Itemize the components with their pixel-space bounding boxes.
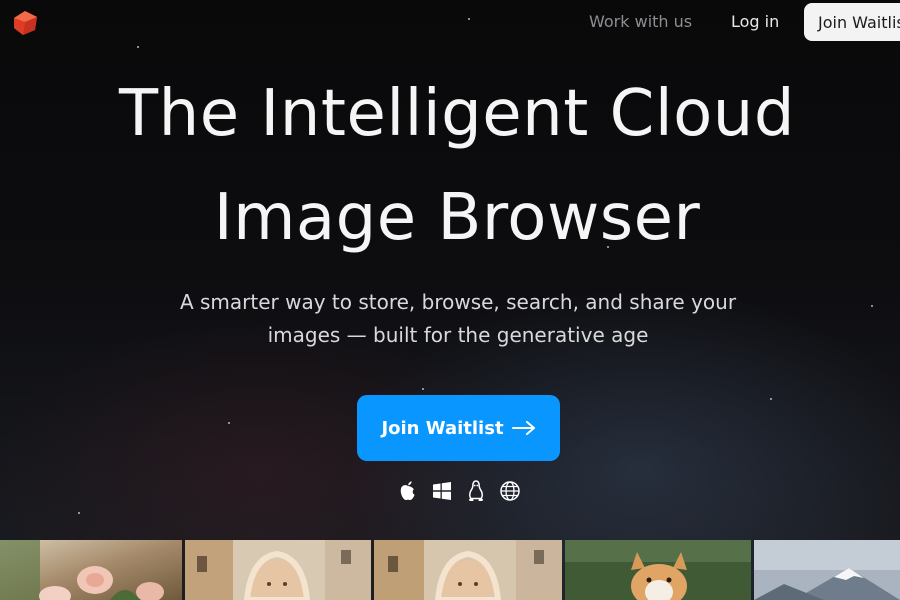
star (422, 388, 424, 390)
star (468, 18, 470, 20)
snowy-mountain-thumbnail[interactable] (754, 540, 900, 600)
subtitle-line-2: images — built for the generative age (267, 323, 649, 347)
star (137, 46, 139, 48)
apple-icon[interactable] (397, 479, 419, 503)
title-line-1: The Intelligent Cloud (119, 77, 795, 151)
red-cube-logo-icon[interactable] (11, 9, 39, 37)
platform-icons (397, 478, 521, 504)
title-line-2: Image Browser (213, 181, 701, 255)
log-in-link[interactable]: Log in (731, 11, 779, 33)
windows-icon[interactable] (431, 479, 453, 503)
star (228, 422, 230, 424)
landing-page: Work with us Log in Join Waitlist The In… (0, 0, 900, 600)
join-waitlist-button[interactable]: Join Waitlist (357, 395, 560, 461)
join-waitlist-label: Join Waitlist (381, 417, 504, 439)
star (871, 305, 873, 307)
work-with-us-link[interactable]: Work with us (589, 11, 692, 33)
subtitle-line-1: A smarter way to store, browse, search, … (179, 290, 737, 314)
woman-portrait-street-thumbnail[interactable] (185, 540, 371, 600)
roses-garden-thumbnail[interactable] (0, 540, 182, 600)
star (78, 512, 80, 514)
header-join-waitlist-button[interactable]: Join Waitlist (804, 3, 900, 41)
star (770, 398, 772, 400)
linux-icon[interactable] (465, 479, 487, 503)
arrow-right-icon (511, 421, 535, 435)
woman-portrait-street-thumbnail[interactable] (374, 540, 562, 600)
corgi-dog-thumbnail[interactable] (565, 540, 751, 600)
page-title: The Intelligent Cloud Image Browser (0, 62, 900, 270)
image-gallery-strip (0, 540, 900, 600)
hero-subtitle: A smarter way to store, browse, search, … (120, 286, 796, 352)
globe-icon[interactable] (499, 479, 521, 503)
